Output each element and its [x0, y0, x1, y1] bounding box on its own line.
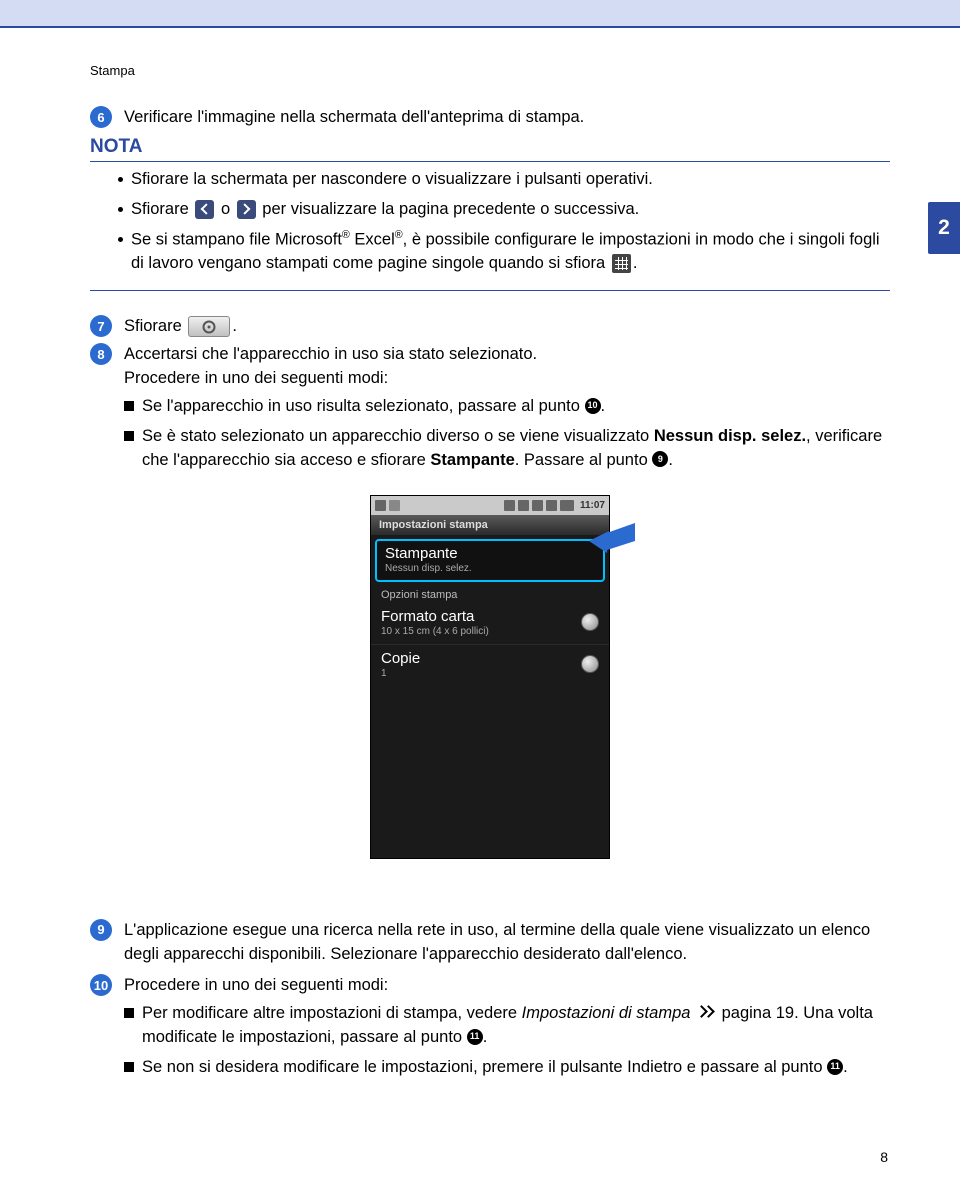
step-number-6: 6	[90, 106, 112, 128]
step-10-line1: Procedere in uno dei seguenti modi:	[124, 974, 890, 998]
step-8-sub1: Se l'apparecchio in uso risulta selezion…	[124, 395, 890, 419]
battery-icon	[560, 500, 574, 511]
step-10-sub2: Se non si desidera modificare le imposta…	[124, 1056, 890, 1080]
step-number-8: 8	[90, 343, 112, 365]
paper-format-title: Formato carta	[381, 608, 489, 625]
step-10-sub1: Per modificare altre impostazioni di sta…	[124, 1002, 890, 1050]
double-arrow-icon	[697, 1007, 715, 1018]
printer-sub: Nessun disp. selez.	[385, 563, 595, 574]
step-6-text: Verificare l'immagine nella schermata de…	[124, 106, 890, 130]
ref-9-badge: 9	[652, 451, 668, 467]
step-8: 8 Accertarsi che l'apparecchio in uso si…	[90, 343, 890, 391]
ref-10-badge: 10	[585, 398, 601, 414]
note-title: NOTA	[90, 136, 890, 158]
paper-format-row[interactable]: Formato carta 10 x 15 cm (4 x 6 pollici)	[371, 603, 609, 645]
paper-format-sub: 10 x 15 cm (4 x 6 pollici)	[381, 626, 489, 637]
note-bullet-3-text: Se si stampano file Microsoft® Excel®, è…	[131, 228, 890, 276]
grid-settings-icon	[612, 254, 631, 273]
status-icon	[375, 500, 386, 511]
step-8-sublist: Se l'apparecchio in uso risulta selezion…	[124, 395, 890, 473]
arrow-indicator-icon	[589, 523, 635, 553]
step-8-line2: Procedere in uno dei seguenti modi:	[124, 367, 890, 391]
step-10-sublist: Per modificare altre impostazioni di sta…	[124, 1002, 890, 1080]
print-button-icon	[188, 316, 230, 337]
page-number: 8	[880, 1149, 888, 1165]
step-10: 10 Procedere in uno dei seguenti modi:	[90, 974, 890, 998]
note-bullet-1: Sfiorare la schermata per nascondere o v…	[118, 168, 890, 192]
copies-sub: 1	[381, 668, 420, 679]
phone-screen-title: Impostazioni stampa	[371, 515, 609, 535]
printer-label: Stampante	[385, 545, 595, 562]
step-7-text: Sfiorare .	[124, 315, 890, 339]
bullet-dot-icon	[118, 207, 123, 212]
chapter-side-tab: 2	[928, 202, 960, 254]
status-icon	[504, 500, 515, 511]
step-number-10: 10	[90, 974, 112, 996]
bullet-dot-icon	[118, 237, 123, 242]
phone-section-label: Opzioni stampa	[371, 586, 609, 603]
signal-icon	[532, 500, 543, 511]
ref-11-badge: 11	[827, 1059, 843, 1075]
section-header: Stampa	[90, 63, 890, 78]
square-bullet-icon	[124, 431, 134, 441]
ref-11-badge: 11	[467, 1029, 483, 1045]
copies-title: Copie	[381, 650, 420, 667]
status-time: 11:07	[580, 500, 605, 511]
note-bullet-1-text: Sfiorare la schermata per nascondere o v…	[131, 168, 653, 192]
step-9: 9 L'applicazione esegue una ricerca nell…	[90, 919, 890, 967]
square-bullet-icon	[124, 401, 134, 411]
expand-icon	[581, 655, 599, 673]
phone-frame: 11:07 Impostazioni stampa Stampante Ness…	[370, 495, 610, 859]
step-6: 6 Verificare l'immagine nella schermata …	[90, 106, 890, 130]
bullet-dot-icon	[118, 177, 123, 182]
status-icon	[389, 500, 400, 511]
signal-icon	[546, 500, 557, 511]
phone-screenshot: 11:07 Impostazioni stampa Stampante Ness…	[370, 495, 610, 859]
note-bullet-2: Sfiorare o per visualizzare la pagina pr…	[118, 198, 890, 222]
page-top-bar	[0, 0, 960, 28]
step-8-sub2: Se è stato selezionato un apparecchio di…	[124, 425, 890, 473]
note-bullet-3: Se si stampano file Microsoft® Excel®, è…	[118, 228, 890, 276]
step-9-text: L'applicazione esegue una ricerca nella …	[124, 919, 890, 967]
step-number-7: 7	[90, 315, 112, 337]
note-rule-top	[90, 161, 890, 162]
printer-selection-row[interactable]: Stampante Nessun disp. selez.	[375, 539, 605, 582]
copies-row[interactable]: Copie 1	[371, 645, 609, 686]
square-bullet-icon	[124, 1008, 134, 1018]
step-number-9: 9	[90, 919, 112, 941]
step-8-line1: Accertarsi che l'apparecchio in uso sia …	[124, 343, 890, 367]
step-7: 7 Sfiorare .	[90, 315, 890, 339]
chevron-right-icon	[237, 200, 256, 219]
note-bullet-2-text: Sfiorare o per visualizzare la pagina pr…	[131, 198, 639, 222]
phone-status-bar: 11:07	[371, 496, 609, 515]
page-content: Stampa 6 Verificare l'immagine nella sch…	[0, 63, 960, 1080]
expand-icon	[581, 613, 599, 631]
chevron-left-icon	[195, 200, 214, 219]
square-bullet-icon	[124, 1062, 134, 1072]
step-8-text: Accertarsi che l'apparecchio in uso sia …	[124, 343, 890, 391]
signal-icon	[518, 500, 529, 511]
note-rule-bottom	[90, 290, 890, 291]
